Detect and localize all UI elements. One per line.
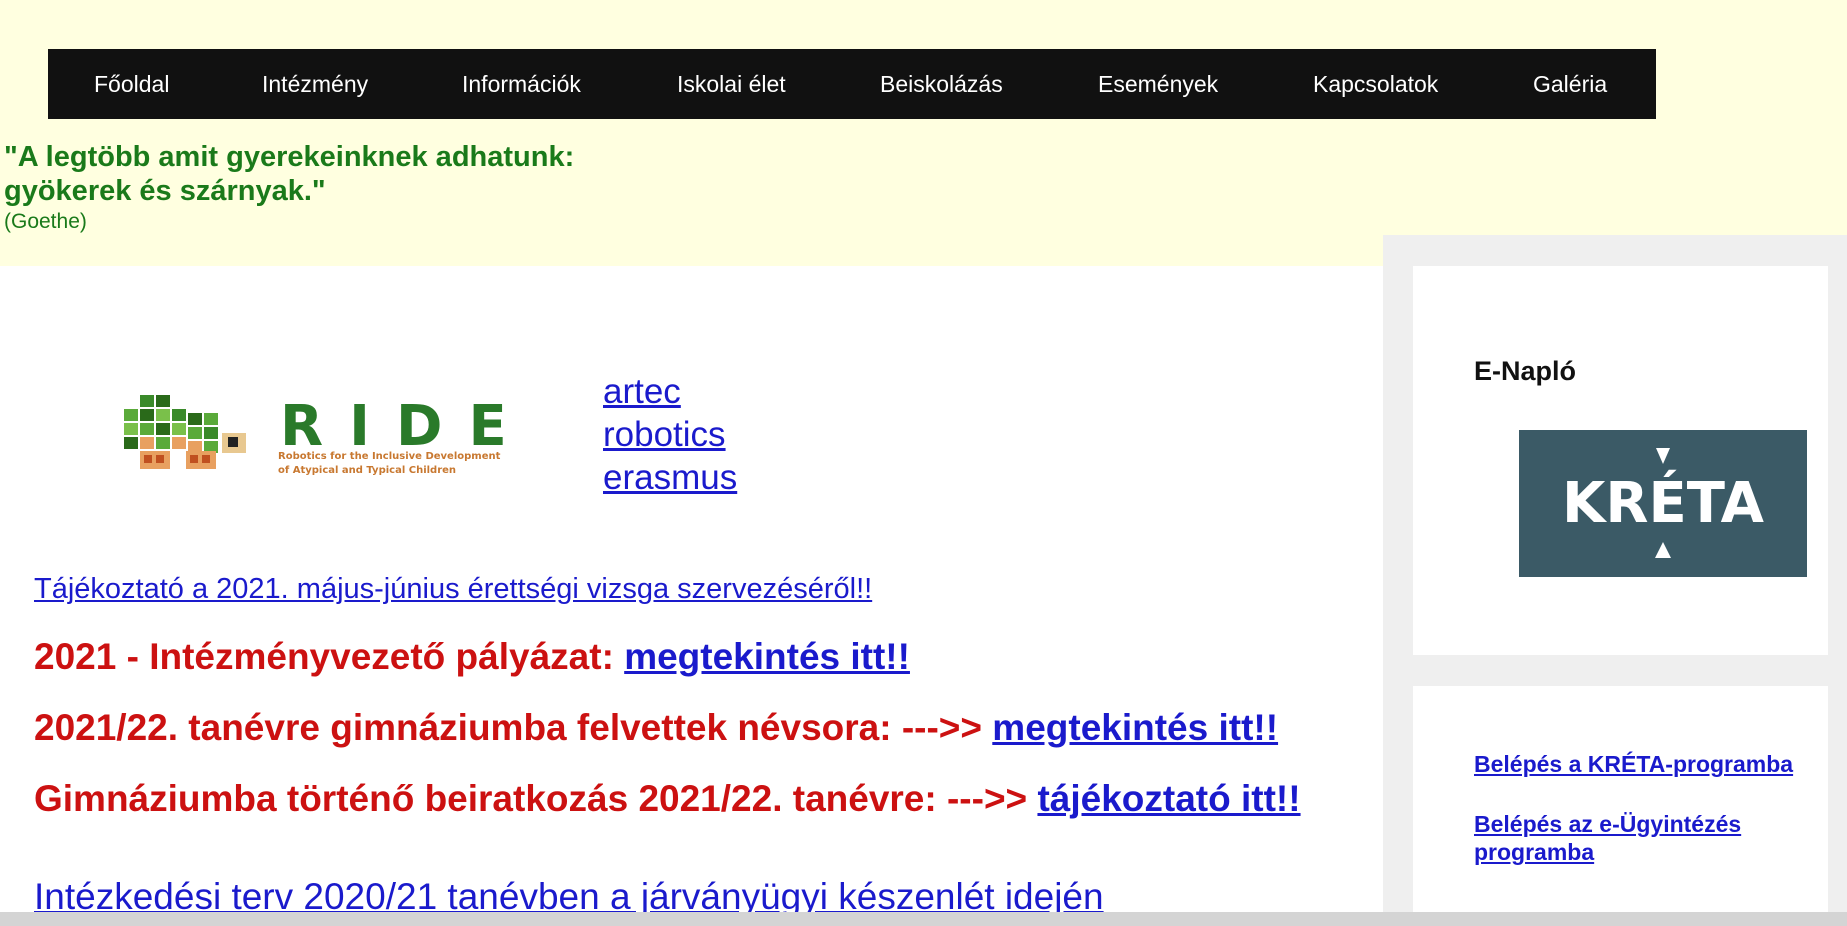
nav-item-galeria[interactable]: Galéria: [1533, 71, 1607, 98]
announcement-director-application: 2021 - Intézményvezető pályázat: megteki…: [34, 636, 910, 678]
e-ugyintezes-login-link[interactable]: Belépés az e-Ügyintézés programba: [1474, 810, 1804, 866]
nav-item-fooldal[interactable]: Főoldal: [94, 71, 169, 98]
quote-line-1: "A legtöbb amit gyerekeinknek adhatunk:: [4, 141, 575, 173]
main-content: RIDE Robotics for the Inclusive Developm…: [0, 266, 1383, 926]
enaplo-title: E-Napló: [1474, 356, 1577, 386]
ride-logo[interactable]: RIDE Robotics for the Inclusive Developm…: [122, 393, 534, 484]
announcement-text: 2021 - Intézményvezető pályázat:: [34, 636, 625, 677]
nav-item-informaciok[interactable]: Információk: [462, 71, 581, 98]
taskbar: [0, 912, 1847, 926]
nav-item-iskolai-elet[interactable]: Iskolai élet: [677, 71, 786, 98]
login-box: Belépés a KRÉTA-programba Belépés az e-Ü…: [1413, 686, 1828, 926]
kreta-logo[interactable]: KRÉTA: [1519, 430, 1807, 577]
enaplo-box: E-Napló KRÉTA: [1413, 266, 1828, 655]
nav-item-kapcsolatok[interactable]: Kapcsolatok: [1313, 71, 1438, 98]
announcement-admitted-list: 2021/22. tanévre gimnáziumba felvettek n…: [34, 707, 1278, 749]
artec-link[interactable]: artec: [603, 370, 737, 413]
view-here-link[interactable]: megtekintés itt!!: [992, 707, 1278, 748]
nav-item-beiskolazas[interactable]: Beiskolázás: [880, 71, 1003, 98]
main-nav: Főoldal Intézmény Információk Iskolai él…: [48, 49, 1656, 119]
view-here-link[interactable]: megtekintés itt!!: [624, 636, 910, 677]
announcement-text: 2021/22. tanévre gimnáziumba felvettek n…: [34, 707, 993, 748]
announcement-text: Gimnáziumba történő beiratkozás 2021/22.…: [34, 778, 1038, 819]
info-here-link[interactable]: tájékoztató itt!!: [1037, 778, 1300, 819]
kreta-logo-text: KRÉTA: [1562, 470, 1765, 536]
erasmus-link[interactable]: erasmus: [603, 456, 737, 499]
nav-item-esemenyek[interactable]: Események: [1098, 71, 1218, 98]
robotics-link[interactable]: robotics: [603, 413, 737, 456]
ride-tagline-1: Robotics for the Inclusive Development: [278, 451, 501, 462]
ride-tagline-2: of Atypical and Typical Children: [278, 465, 456, 476]
announcement-enrollment: Gimnáziumba történő beiratkozás 2021/22.…: [34, 778, 1301, 820]
erasmus-links: artec robotics erasmus: [603, 370, 737, 499]
goethe-quote: "A legtöbb amit gyerekeinknek adhatunk: …: [4, 140, 574, 234]
ride-wordmark: RIDE: [280, 394, 533, 459]
quote-author: (Goethe): [4, 210, 87, 233]
nav-item-intezmeny[interactable]: Intézmény: [262, 71, 368, 98]
quote-line-2: gyökerek és szárnyak.": [4, 175, 326, 207]
sidebar: E-Napló KRÉTA Belépés a KRÉTA-programba …: [1383, 235, 1847, 926]
exam-notice-link[interactable]: Tájékoztató a 2021. május-június érettsé…: [34, 573, 872, 606]
kreta-login-link[interactable]: Belépés a KRÉTA-programba: [1474, 750, 1804, 778]
